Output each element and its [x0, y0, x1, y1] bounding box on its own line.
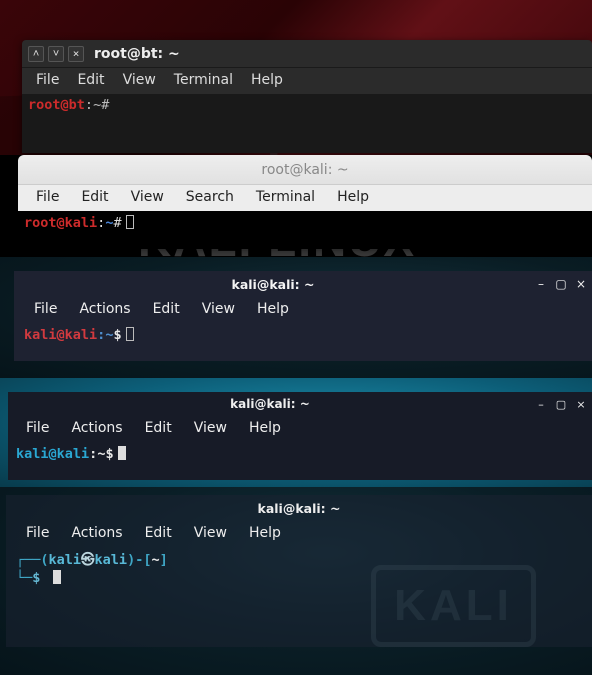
- prompt-host: bt: [69, 97, 85, 113]
- menu-terminal[interactable]: Terminal: [168, 72, 239, 88]
- prompt-at: ㉿: [81, 552, 95, 568]
- terminal-body[interactable]: root@kali:~#: [18, 211, 592, 249]
- kali-xfce-dark-desktop: kali@kali: ~ – ▢ × File Actions Edit Vie…: [0, 257, 592, 378]
- window-close-button[interactable]: ×: [574, 398, 588, 411]
- window-title: kali@kali: ~: [258, 501, 341, 516]
- prompt-line-2: └─$: [16, 569, 582, 587]
- prompt-bracket-close: ]: [160, 552, 168, 568]
- titlebar[interactable]: kali@kali: ~ – ▢ ×: [8, 392, 592, 416]
- menu-actions[interactable]: Actions: [69, 301, 140, 317]
- window-expand-button[interactable]: ˅: [48, 46, 64, 62]
- menu-help[interactable]: Help: [247, 301, 299, 317]
- menu-edit[interactable]: Edit: [71, 72, 110, 88]
- menu-file[interactable]: File: [30, 72, 65, 88]
- window-minimize-button[interactable]: –: [534, 398, 548, 411]
- menubar: File Edit View Terminal Help: [22, 68, 592, 94]
- kali-zsh-desktop: KALI kali@kali: ~ File Actions Edit View…: [0, 487, 592, 675]
- prompt-colon: :: [85, 97, 93, 113]
- cursor-icon: [118, 446, 126, 460]
- menu-actions[interactable]: Actions: [61, 420, 132, 436]
- prompt-paren-close: ): [127, 552, 135, 568]
- menu-file[interactable]: File: [26, 189, 69, 205]
- prompt-at: @: [61, 97, 69, 113]
- menu-actions[interactable]: Actions: [61, 525, 132, 541]
- menu-file[interactable]: File: [16, 420, 59, 436]
- menu-view[interactable]: View: [121, 189, 174, 205]
- prompt-deco-bottom: └─: [16, 570, 32, 586]
- prompt-at: @: [57, 215, 65, 231]
- titlebar[interactable]: kali@kali: ~: [6, 495, 592, 521]
- menu-view[interactable]: View: [117, 72, 162, 88]
- window-close-button[interactable]: ×: [68, 46, 84, 62]
- prompt-path: ~: [93, 97, 101, 113]
- kali-zsh-terminal-window: kali@kali: ~ File Actions Edit View Help…: [6, 495, 592, 647]
- prompt-symbol: #: [101, 97, 109, 113]
- menu-edit[interactable]: Edit: [143, 301, 190, 317]
- titlebar[interactable]: root@kali: ~: [18, 155, 592, 185]
- prompt-deco-top: ┌──: [16, 552, 40, 568]
- titlebar[interactable]: kali@kali: ~ – ▢ ×: [14, 271, 592, 297]
- menu-edit[interactable]: Edit: [71, 189, 118, 205]
- prompt-host: kali: [65, 327, 98, 343]
- window-collapse-button[interactable]: ˄: [28, 46, 44, 62]
- window-title: root@bt: ~: [94, 46, 180, 62]
- prompt-symbol: $: [113, 327, 121, 343]
- prompt-at: @: [57, 327, 65, 343]
- menu-view[interactable]: View: [184, 525, 237, 541]
- menu-file[interactable]: File: [24, 301, 67, 317]
- kali-xfce-terminal-window: kali@kali: ~ – ▢ × File Actions Edit Vie…: [14, 271, 592, 361]
- backtrack-terminal-window: ˄ ˅ × root@bt: ~ File Edit View Terminal…: [22, 40, 592, 153]
- menubar: File Actions Edit View Help: [8, 416, 592, 444]
- kali-gnome-terminal-window: root@kali: ~ File Edit View Search Termi…: [18, 155, 592, 249]
- prompt-at: @: [49, 446, 57, 462]
- menu-terminal[interactable]: Terminal: [246, 189, 325, 205]
- prompt-user: kali: [24, 327, 57, 343]
- menubar: File Edit View Search Terminal Help: [18, 185, 592, 211]
- menu-edit[interactable]: Edit: [135, 525, 182, 541]
- terminal-body[interactable]: ┌──(kali㉿kali)-[~] └─$: [6, 551, 592, 647]
- window-maximize-button[interactable]: ▢: [554, 277, 568, 291]
- window-close-button[interactable]: ×: [574, 277, 588, 291]
- window-title: kali@kali: ~: [12, 397, 528, 411]
- menubar: File Actions Edit View Help: [6, 521, 592, 551]
- prompt-symbol: $: [105, 446, 113, 462]
- prompt-line-1: ┌──(kali㉿kali)-[~]: [16, 551, 582, 569]
- prompt-symbol: $: [32, 570, 40, 586]
- menu-help[interactable]: Help: [327, 189, 379, 205]
- menu-view[interactable]: View: [184, 420, 237, 436]
- terminal-body[interactable]: kali@kali:~$: [8, 444, 592, 480]
- prompt-user: kali: [16, 446, 49, 462]
- prompt-paren-open: (: [40, 552, 48, 568]
- terminal-body[interactable]: kali@kali:~$: [14, 325, 592, 361]
- window-title: kali@kali: ~: [18, 277, 528, 292]
- prompt-user: kali: [49, 552, 82, 568]
- prompt-user: root: [24, 215, 57, 231]
- window-minimize-button[interactable]: –: [534, 277, 548, 291]
- menubar: File Actions Edit View Help: [14, 297, 592, 325]
- menu-help[interactable]: Help: [239, 525, 291, 541]
- kali-old-desktop: KALI LINUX root@kali: ~ File Edit View S…: [0, 155, 592, 257]
- backtrack-desktop: back | track5 ˄ ˅ × root@bt: ~ File Edit…: [0, 0, 592, 155]
- kali-xfce-terminal-window: kali@kali: ~ – ▢ × File Actions Edit Vie…: [8, 392, 592, 480]
- cursor-icon: [126, 215, 134, 229]
- prompt-host: kali: [95, 552, 128, 568]
- terminal-body[interactable]: root@bt:~#: [22, 94, 592, 153]
- prompt-host: kali: [57, 446, 90, 462]
- window-maximize-button[interactable]: ▢: [554, 398, 568, 411]
- cursor-icon: [53, 570, 61, 584]
- titlebar[interactable]: ˄ ˅ × root@bt: ~: [22, 40, 592, 68]
- menu-help[interactable]: Help: [245, 72, 289, 88]
- menu-edit[interactable]: Edit: [135, 420, 182, 436]
- menu-help[interactable]: Help: [239, 420, 291, 436]
- cursor-icon: [126, 327, 134, 341]
- window-title: root@kali: ~: [261, 162, 348, 178]
- prompt-path: ~: [151, 552, 159, 568]
- prompt-host: kali: [65, 215, 98, 231]
- prompt-symbol: #: [113, 215, 121, 231]
- menu-view[interactable]: View: [192, 301, 245, 317]
- kali-xfce-cyan-desktop: kali@kali: ~ – ▢ × File Actions Edit Vie…: [0, 378, 592, 487]
- prompt-user: root: [28, 97, 61, 113]
- menu-search[interactable]: Search: [176, 189, 244, 205]
- menu-file[interactable]: File: [16, 525, 59, 541]
